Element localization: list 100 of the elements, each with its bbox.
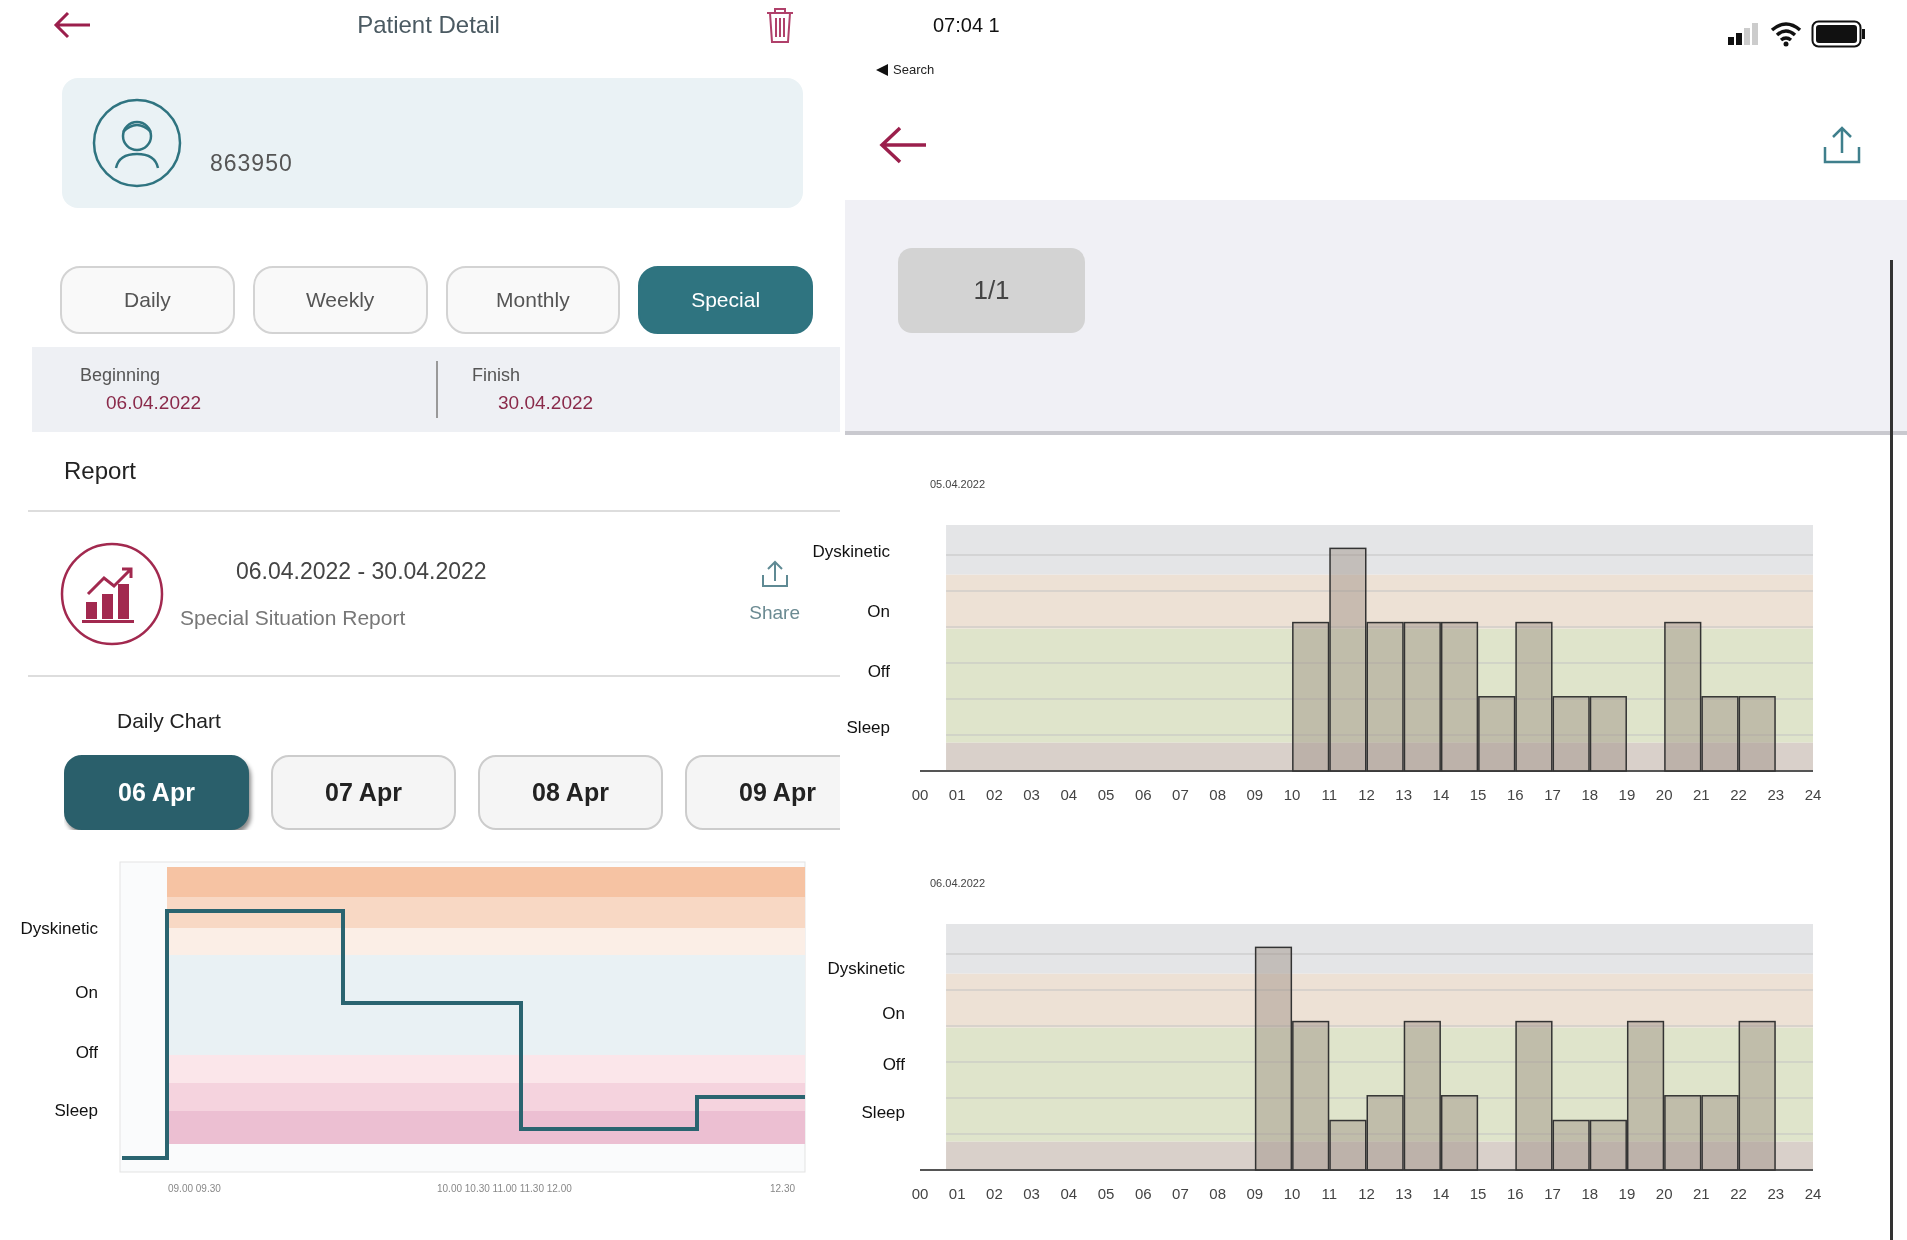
tick-label: 12 [1358,1185,1375,1202]
axis-label: Sleep [54,1101,98,1120]
back-arrow-icon[interactable] [878,125,928,165]
tick-label: 24 [1804,1185,1822,1202]
bar-chart-icon [60,541,164,646]
tick-label: 19 [1618,1185,1636,1202]
tick-label: 02 [986,786,1003,803]
period-tab[interactable]: Weekly [252,266,428,334]
tick-label: 17 [1544,786,1561,803]
tick-label: 12 [1358,786,1375,803]
axis-label: On [75,983,98,1002]
tick-label: 18 [1581,786,1599,803]
tick-label: 11 [1321,786,1338,803]
axis-label: Sleep [861,1102,905,1122]
tick-label: 24 [1804,786,1822,803]
signal-icon [1727,23,1761,45]
tick-label: 00 [911,1185,929,1202]
day-tab[interactable]: 09 Apr [685,755,840,830]
axis-label: On [867,601,890,621]
day-tab[interactable]: 08 Apr [478,755,663,830]
share-icon[interactable] [759,559,790,590]
tick-label: 19 [1618,786,1636,803]
tick-label: 23 [1767,786,1785,803]
axis-label: Off [882,1054,905,1074]
share-icon[interactable] [1822,125,1862,165]
tick-label: 07 [1172,786,1189,803]
day-tab[interactable]: 06 Apr [64,755,249,830]
tick-label: 06 [1134,786,1152,803]
tick-label: 08 [1209,786,1226,803]
tick-label: 14 [1432,786,1450,803]
date-field[interactable]: 06.04.2022 [106,388,436,418]
tick-label: 18 [1581,1185,1599,1202]
page-indicator-button[interactable]: 1/1 [898,248,1085,333]
tick-label: 15 [1469,786,1487,803]
tick-label: 17 [1544,1185,1561,1202]
chart-date: 06.04.2022 [930,877,986,889]
axis-label: Off [867,661,890,681]
tick-label: 15 [1469,1185,1487,1202]
tick-label: 21 [1693,1185,1710,1202]
trash-icon[interactable] [765,6,795,44]
tick-label: 01 [948,786,966,803]
tick-label: 13 [1395,786,1413,803]
tick-label: 04 [1060,1185,1078,1202]
tick-label: 23 [1767,1185,1785,1202]
tick-label: 10 [1283,1185,1301,1202]
tick-label: 03 [1023,786,1040,803]
status-time: 07:04 1 [932,13,1000,38]
report-title: Special Situation Report [180,605,407,631]
screen-title: Patient Detail [357,10,500,40]
axis-label: On [882,1003,905,1023]
tick-label: 16 [1507,786,1524,803]
axis-label: 12.30 [770,1183,796,1194]
tick-label: 10 [1283,786,1301,803]
tick-label: 11 [1321,1185,1338,1202]
tick-label: 09 [1246,1185,1264,1202]
axis-label: 10.00 10.30 11.00 11.30 12.00 [437,1183,572,1194]
tick-label: 16 [1507,1185,1524,1202]
date-field[interactable]: 30.04.2022 [498,388,840,418]
section-heading: Report [64,456,137,486]
section-heading: Daily Chart [117,709,221,732]
back-arrow-icon[interactable] [52,10,92,40]
axis-label: Dyskinetic [827,958,905,978]
patient-id: 863950 [210,148,293,178]
report-date-range: 06.04.2022 - 30.04.2022 [236,556,488,586]
wifi-icon [1769,21,1803,47]
axis-label: 09.00 09.30 [168,1183,221,1194]
tick-label: 02 [986,1185,1003,1202]
axis-label: Dyskinetic [20,919,98,938]
axis-label: Dyskinetic [812,541,890,561]
tick-label: 00 [911,786,929,803]
tick-label: 03 [1023,1185,1040,1202]
tick-label: 05 [1097,1185,1115,1202]
tick-label: 21 [1693,786,1710,803]
axis-label: Sleep [846,717,890,737]
avatar-icon [92,98,182,188]
tick-label: 22 [1730,1185,1747,1202]
tick-label: 06 [1134,1185,1152,1202]
share-link[interactable]: Share [749,599,800,628]
tick-label: 08 [1209,1185,1226,1202]
tick-label: 01 [948,1185,966,1202]
day-tab[interactable]: 07 Apr [271,755,456,830]
tick-label: 05 [1097,786,1115,803]
back-triangle-icon [875,63,889,77]
scrollbar[interactable] [1890,260,1893,1240]
tick-label: 20 [1655,786,1673,803]
tick-label: 20 [1655,1185,1673,1202]
period-tab[interactable]: Special [638,266,813,334]
axis-label: Off [75,1043,98,1062]
battery-icon [1811,20,1867,48]
tick-label: 04 [1060,786,1078,803]
tick-label: 07 [1172,1185,1189,1202]
field-label: Finish [472,363,521,387]
tick-label: 09 [1246,786,1264,803]
tick-label: 13 [1395,1185,1413,1202]
back-link[interactable]: Search [875,60,935,80]
chart-date: 05.04.2022 [930,478,986,490]
tick-label: 22 [1730,786,1747,803]
period-tab[interactable]: Monthly [445,266,621,334]
tick-label: 14 [1432,1185,1450,1202]
period-tab[interactable]: Daily [60,266,235,334]
